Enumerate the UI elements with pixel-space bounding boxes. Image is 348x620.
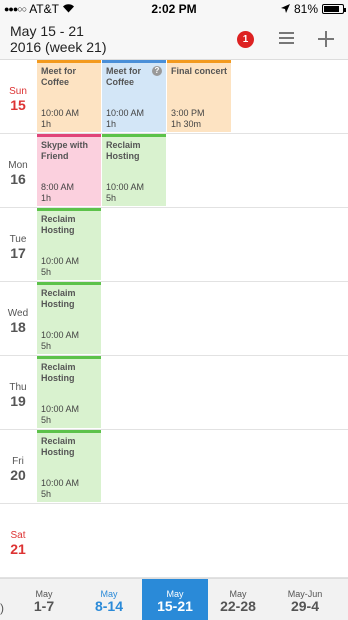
event-time: 10:00 AM [106,182,145,192]
day-number: 19 [10,393,26,409]
day-label: Tue 17 [0,234,36,261]
status-bar: ●●●○○ AT&T 2:02 PM 81% [0,0,348,18]
event-time: 10:00 AM [41,478,80,488]
week-tab-1-7[interactable]: May 1-7 [14,579,74,620]
event-title: Reclaim Hosting [41,362,76,383]
event-duration: 1h [41,193,52,203]
event-card[interactable]: Final concert 3:00 PM 1h 30m [167,60,231,132]
day-name: Fri [12,456,24,467]
week-tab-8-14[interactable]: May 8-14 [79,579,139,620]
help-icon[interactable]: ? [152,66,162,76]
event-title: Reclaim Hosting [41,436,76,457]
page-title: May 15 - 21 2016 (week 21) [10,23,107,55]
week-tab-15-21[interactable]: May 15-21 [142,579,208,620]
week-range: 15-21 [157,598,193,614]
week-range: 8-14 [94,598,124,614]
day-number: 16 [10,171,26,187]
previous-week-edge[interactable]: ) [0,601,4,615]
event-title: Meet for Coffee [41,66,77,87]
week-range: 29-4 [290,598,320,614]
day-label: Sat 21 [0,530,36,557]
week-range: 1-7 [33,598,55,614]
event-time: 10:00 AM [41,330,80,340]
event-card[interactable]: Reclaim Hosting 10:00 AM 5h [37,208,101,280]
event-card[interactable]: Meet for Coffee 10:00 AM 1h [37,60,101,132]
week-date-range: May 15 - 21 [10,23,84,39]
event-title: Final concert [171,66,227,76]
event-card[interactable]: Skype with Friend 8:00 AM 1h [37,134,101,206]
day-number: 17 [10,245,26,261]
event-duration: 5h [41,341,52,351]
event-time: 3:00 PM [171,108,205,118]
event-title: Skype with Friend [41,140,89,161]
day-number: 15 [10,97,26,113]
event-duration: 5h [41,415,52,425]
day-name: Wed [7,308,29,319]
event-duration: 1h 30m [171,119,202,129]
day-row-sun[interactable]: Sun 15 Meet for Coffee 10:00 AM 1h Meet for C… [0,60,348,134]
day-row-mon[interactable]: Mon 16 Skype with Friend 8:00 AM 1h Reclaim H… [0,134,348,208]
week-tab-29-4[interactable]: May-Jun 29-4 [273,579,337,620]
event-title: Reclaim Hosting [41,288,76,309]
event-card[interactable]: Meet for Coffee 10:00 AM 1h? [102,60,166,132]
event-time: 10:00 AM [41,404,80,414]
event-time: 8:00 AM [41,182,75,192]
day-row-tue[interactable]: Tue 17 Reclaim Hosting 10:00 AM 5h [0,208,348,282]
status-right: 81% [280,2,346,16]
week-year-label: 2016 (week 21) [10,39,107,55]
event-duration: 5h [106,193,117,203]
day-number: 18 [10,319,26,335]
event-duration: 1h [41,119,52,129]
day-row-wed[interactable]: Wed 18 Reclaim Hosting 10:00 AM 5h [0,282,348,356]
day-row-fri[interactable]: Fri 20 Reclaim Hosting 10:00 AM 5h [0,430,348,504]
event-time: 10:00 AM [41,108,80,118]
day-label: Mon 16 [0,160,36,187]
day-name: Tue [9,234,27,245]
event-duration: 5h [41,489,52,499]
day-number: 20 [10,467,26,483]
day-name: Sat [10,530,26,541]
battery-fill [324,6,339,12]
menu-icon[interactable] [279,32,294,44]
event-duration: 5h [41,267,52,277]
week-range: 22-28 [220,598,256,614]
day-number: 21 [10,541,26,557]
notification-badge[interactable]: 1 [237,31,254,48]
header: May 15 - 21 2016 (week 21) 1 [0,18,348,60]
event-title: Reclaim Hosting [41,214,76,235]
event-time: 10:00 AM [106,108,145,118]
day-name: Thu [9,382,27,393]
event-time: 10:00 AM [41,256,80,266]
event-card[interactable]: Reclaim Hosting 10:00 AM 5h [37,356,101,428]
battery-percent: 81% [293,2,318,16]
event-card[interactable]: Reclaim Hosting 10:00 AM 5h [37,282,101,354]
battery-icon [322,4,346,14]
event-card[interactable]: Reclaim Hosting 10:00 AM 5h [37,430,101,502]
day-row-thu[interactable]: Thu 19 Reclaim Hosting 10:00 AM 5h [0,356,348,430]
location-icon [280,2,290,16]
day-label: Thu 19 [0,382,36,409]
day-row-sat[interactable]: Sat 21 [0,504,348,578]
day-label: Sun 15 [0,86,36,113]
event-card[interactable]: Reclaim Hosting 10:00 AM 5h [102,134,166,206]
event-duration: 1h [106,119,117,129]
day-name: Mon [8,160,28,171]
add-event-button[interactable] [318,31,334,47]
day-name: Sun [9,86,27,97]
day-label: Wed 18 [0,308,36,335]
week-tab-22-28[interactable]: May 22-28 [208,579,268,620]
day-label: Fri 20 [0,456,36,483]
event-title: Reclaim Hosting [106,140,141,161]
week-navigator: ) May 1-7 May 8-14 May 15-21 May 22-28 May-Jun 29… [0,578,348,620]
